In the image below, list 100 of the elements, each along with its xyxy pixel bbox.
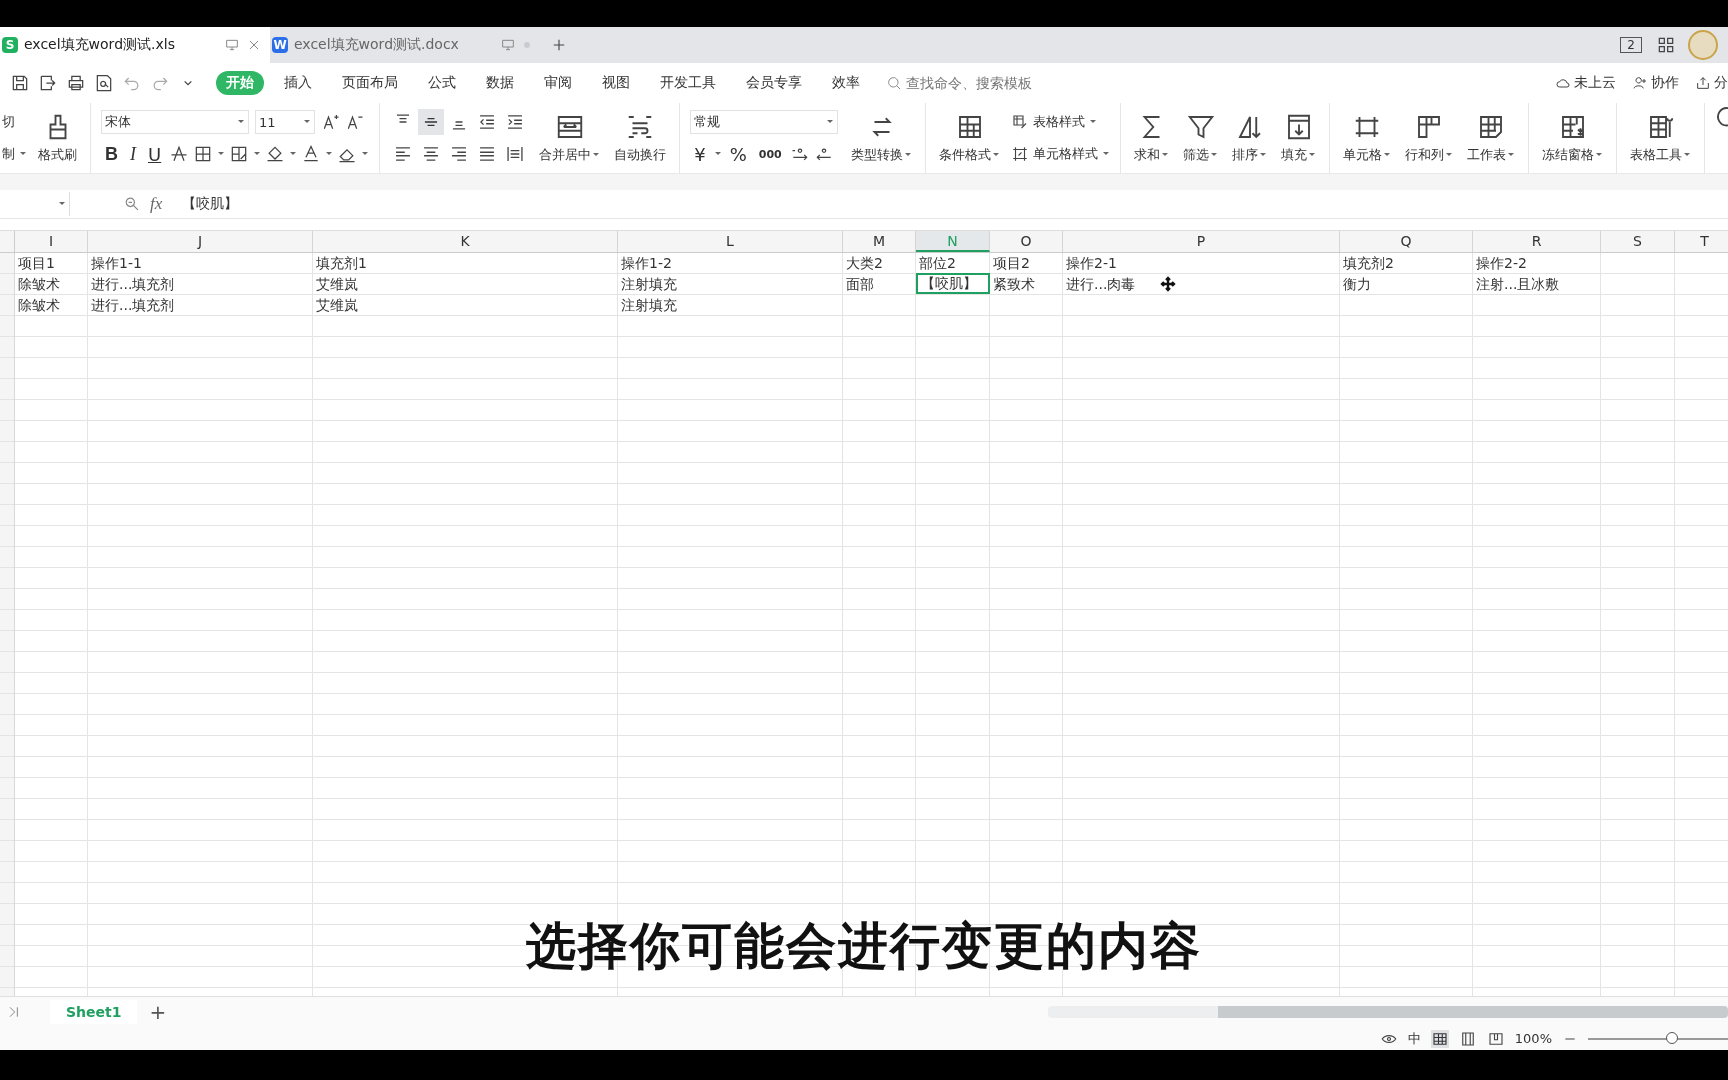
ribbon-button[interactable]: 单元格 (1343, 146, 1383, 164)
format-button[interactable]: 000 (754, 147, 786, 161)
menu-tab[interactable]: 开发工具 (650, 71, 726, 95)
ribbon-button[interactable]: 填充 (1281, 146, 1308, 164)
font-grow-icon[interactable] (321, 112, 341, 132)
column-header[interactable]: P (1063, 231, 1340, 252)
document-tab[interactable]: S excel填充word测试.xls (0, 27, 270, 63)
format-button[interactable]: ¥ (690, 143, 710, 165)
export-icon[interactable] (38, 73, 58, 93)
function-label[interactable]: fx (150, 194, 163, 214)
caret-icon[interactable] (713, 150, 722, 158)
search-field[interactable]: 查找命令、搜索模板 (886, 74, 1058, 92)
zoom-level[interactable]: 100% (1514, 1031, 1552, 1046)
ribbon-button[interactable]: 表格工具 (1630, 146, 1683, 164)
horizontal-scrollbar[interactable] (1048, 1006, 1728, 1018)
ribbon-button[interactable]: 工作表 (1467, 146, 1507, 164)
column-header[interactable]: R (1473, 231, 1601, 252)
toolbar-link[interactable]: 分 (1714, 74, 1728, 92)
font-shrink-icon[interactable] (345, 112, 365, 132)
copy-button[interactable]: 制 (2, 145, 15, 163)
ribbon-button[interactable]: 排序 (1232, 146, 1259, 164)
apps-grid-icon[interactable] (1656, 35, 1676, 55)
menu-tab[interactable]: 会员专享 (736, 71, 812, 95)
zoom-slider-thumb[interactable] (1666, 1032, 1678, 1044)
caret-icon[interactable] (19, 150, 27, 158)
ribbon-button[interactable]: 类型转换 (851, 146, 904, 164)
caret-icon[interactable] (303, 118, 311, 126)
menu-tab[interactable]: 视图 (592, 71, 640, 95)
caret-icon[interactable] (1445, 151, 1454, 159)
ribbon-button[interactable]: 行和列 (1405, 146, 1445, 164)
caret-icon[interactable] (58, 200, 66, 208)
caret-icon[interactable] (1161, 151, 1170, 159)
window-count-icon[interactable]: 2 (1620, 37, 1642, 53)
monitor-icon[interactable] (224, 37, 240, 53)
caret-icon[interactable] (325, 150, 334, 158)
ribbon-button[interactable]: 求和 (1134, 146, 1161, 164)
caret-icon[interactable] (289, 150, 298, 158)
paint-bucket-icon[interactable] (265, 144, 286, 164)
font-name-field[interactable]: 宋体 (101, 110, 249, 134)
caret-icon[interactable] (1683, 151, 1692, 159)
caret-icon[interactable] (253, 150, 262, 158)
caret-icon[interactable] (1102, 150, 1111, 158)
caret-icon[interactable] (1089, 118, 1098, 126)
format-button[interactable]: U (144, 143, 166, 165)
format-button[interactable]: I (126, 143, 140, 165)
menu-tab[interactable]: 数据 (476, 71, 524, 95)
column-header[interactable]: T (1675, 231, 1728, 252)
toolbar-link[interactable]: 协作 (1651, 74, 1679, 92)
ribbon-button[interactable]: 自动换行 (614, 146, 667, 164)
align-middle-icon[interactable] (418, 109, 445, 135)
column-header[interactable]: S (1601, 231, 1675, 252)
menu-tab[interactable]: 插入 (274, 71, 322, 95)
ribbon-button[interactable]: 格式刷 (38, 146, 77, 164)
cell-pen-icon[interactable] (1011, 145, 1030, 163)
cut-button[interactable]: 切 (2, 113, 15, 131)
column-header[interactable]: K (313, 231, 618, 252)
number-format-field[interactable]: 常规 (690, 110, 839, 134)
ribbon-button[interactable]: 条件格式 (939, 146, 992, 164)
share-icon[interactable] (1695, 75, 1711, 91)
caret-icon[interactable] (237, 118, 245, 126)
font-size-field[interactable]: 11 (255, 110, 315, 134)
add-sheet-button[interactable]: + (149, 1000, 167, 1024)
column-header[interactable]: O (990, 231, 1063, 252)
caret-icon[interactable] (592, 151, 601, 159)
menu-tab[interactable]: 页面布局 (332, 71, 408, 95)
caret-icon[interactable] (904, 151, 913, 159)
caret-icon[interactable] (217, 150, 226, 158)
strikethrough-icon[interactable] (169, 144, 190, 164)
document-tab[interactable]: W excel填充word测试.docx (270, 27, 540, 63)
preview-icon[interactable] (94, 73, 114, 93)
caret-icon[interactable] (1259, 151, 1268, 159)
ribbon-button[interactable]: 合并居中 (539, 146, 592, 164)
ribbon-button[interactable]: 筛选 (1183, 146, 1210, 164)
save-icon[interactable] (10, 73, 30, 93)
toolbar-link[interactable]: 未上云 (1574, 74, 1616, 92)
column-header[interactable]: J (88, 231, 313, 252)
ribbon-button[interactable]: 冻结窗格 (1542, 146, 1595, 164)
caret-icon[interactable] (1383, 151, 1392, 159)
caret-icon[interactable] (1507, 151, 1516, 159)
print-icon[interactable] (66, 73, 86, 93)
ribbon-button[interactable]: 单元格样式 (1033, 145, 1099, 163)
person-plus-icon[interactable] (1632, 75, 1648, 91)
menu-tab[interactable]: 审阅 (534, 71, 582, 95)
menu-tab[interactable]: 效率 (822, 71, 870, 95)
normal-view-icon[interactable] (1430, 1029, 1449, 1048)
input-mode[interactable]: 中 (1407, 1029, 1421, 1048)
column-header[interactable]: Q (1340, 231, 1473, 252)
format-button[interactable]: % (725, 143, 751, 165)
format-button[interactable]: B (101, 143, 122, 165)
caret-icon[interactable] (826, 118, 835, 126)
menu-tab[interactable]: 公式 (418, 71, 466, 95)
caret-icon[interactable] (1595, 151, 1604, 159)
caret-icon[interactable] (361, 150, 370, 158)
ribbon-button[interactable]: 表格样式 (1033, 113, 1086, 131)
column-header[interactable]: L (618, 231, 843, 252)
caret-icon[interactable] (992, 151, 1001, 159)
caret-icon[interactable] (1210, 151, 1219, 159)
column-header[interactable]: I (15, 231, 88, 252)
caret-icon[interactable] (1308, 151, 1317, 159)
formula-field[interactable]: 【咬肌】 (182, 195, 1728, 213)
